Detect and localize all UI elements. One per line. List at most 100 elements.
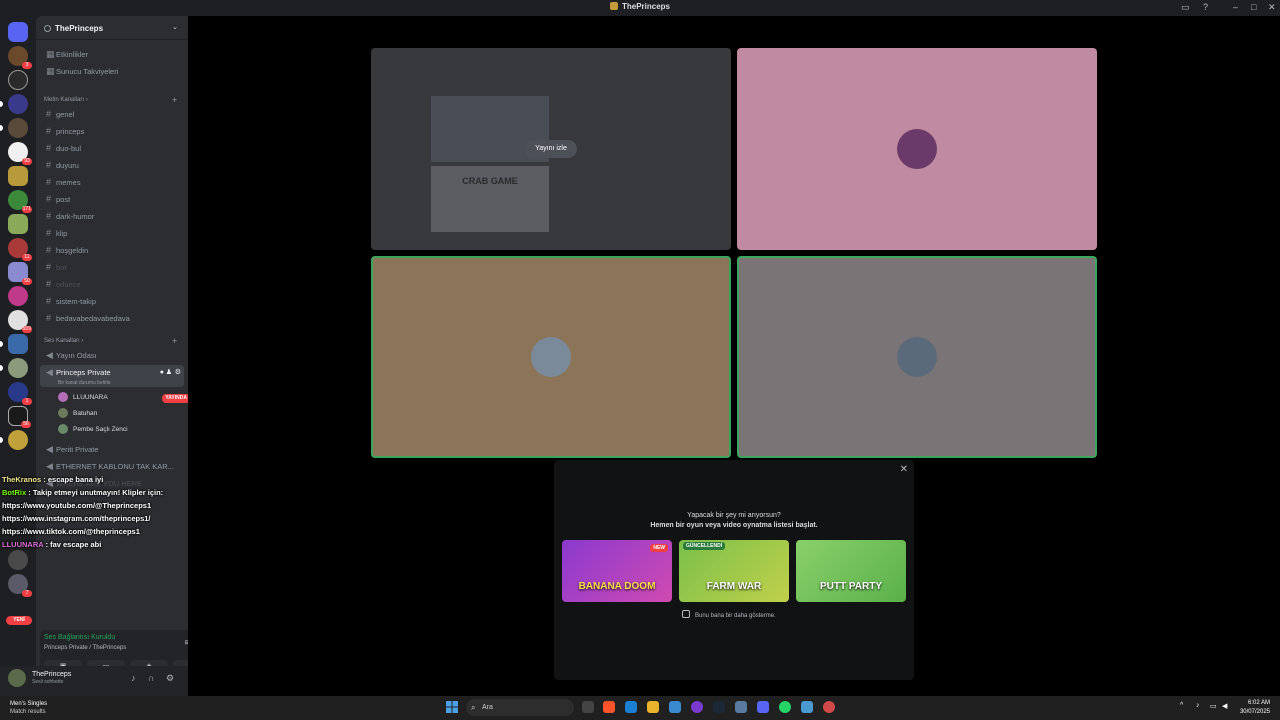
channel-status-prompt[interactable]: Bir kanal durumu belirle bbox=[58, 380, 111, 386]
app-icon[interactable] bbox=[823, 701, 835, 713]
server-icon[interactable]: 171 bbox=[8, 190, 32, 213]
windows-start-icon[interactable] bbox=[446, 701, 458, 713]
channel-duo-bul[interactable]: # duo-bul bbox=[40, 141, 184, 156]
channel-memes[interactable]: # memes bbox=[40, 175, 184, 190]
voice-user-batuhan[interactable]: Batuhan bbox=[58, 408, 97, 420]
steam-icon[interactable] bbox=[713, 701, 725, 713]
brave-browser-icon[interactable] bbox=[603, 701, 615, 713]
server-header[interactable]: ThePrinceps ⌄ bbox=[36, 16, 188, 40]
close-icon[interactable]: ✕ bbox=[900, 464, 908, 475]
channel-oduece[interactable]: # oduece bbox=[40, 277, 184, 292]
user-avatar[interactable] bbox=[8, 669, 26, 687]
live-badge: YAYINDA bbox=[162, 394, 190, 403]
server-boosts-link[interactable]: ▦Sunucu Takviyeleri bbox=[40, 64, 184, 79]
home-discord-icon[interactable] bbox=[8, 22, 28, 42]
channel-bot[interactable]: # bot bbox=[40, 260, 184, 275]
chat-line: https://www.youtube.com/@Theprinceps1 bbox=[2, 501, 152, 510]
watch-stream-button[interactable]: Yayını izle bbox=[525, 140, 577, 158]
server-icon[interactable]: 1 bbox=[8, 382, 32, 405]
edge-icon[interactable] bbox=[625, 701, 637, 713]
server-icon[interactable]: 11 bbox=[8, 238, 32, 261]
stream-preview: CRAB GAME bbox=[431, 166, 549, 232]
help-icon[interactable]: ? bbox=[1203, 2, 1208, 12]
task-view-icon[interactable] bbox=[582, 701, 594, 713]
user-name[interactable]: ThePrinceps bbox=[32, 671, 71, 678]
channel-klip[interactable]: # klip bbox=[40, 226, 184, 241]
server-icon[interactable]: 56 bbox=[8, 406, 31, 428]
server-icon[interactable] bbox=[0, 334, 28, 354]
voice-user-pembe[interactable]: Pembe Saçlı Zenci bbox=[58, 424, 128, 436]
file-explorer-icon[interactable] bbox=[647, 701, 659, 713]
voice-channel-yayin-odasi[interactable]: ◀ Yayın Odası bbox=[40, 348, 184, 363]
server-icon[interactable]: 7 bbox=[8, 574, 32, 597]
participant-tile[interactable] bbox=[737, 256, 1097, 458]
unread-pill bbox=[0, 437, 3, 443]
participant-tile[interactable] bbox=[737, 48, 1097, 250]
title-bar: ThePrinceps ▭ ? – □ ✕ bbox=[0, 0, 1280, 16]
server-icon[interactable]: 509 bbox=[8, 310, 32, 333]
clock[interactable]: 6:02 AM 30/07/2025 bbox=[1240, 699, 1270, 717]
voice-user-lluunara[interactable]: LLUUNARA YAYINDA bbox=[58, 392, 198, 404]
server-icon[interactable]: 3 bbox=[8, 46, 32, 69]
activity-card[interactable]: PUTT PARTY bbox=[796, 540, 906, 602]
chat-icon[interactable]: ● bbox=[160, 365, 164, 380]
minimize-icon[interactable]: – bbox=[1233, 2, 1238, 12]
server-icon[interactable] bbox=[0, 118, 28, 138]
server-icon[interactable]: 93 bbox=[8, 142, 32, 165]
channel-princeps[interactable]: # princeps bbox=[40, 124, 184, 139]
chevron-up-icon[interactable]: ^ bbox=[1180, 702, 1183, 709]
invite-icon[interactable]: ♟ bbox=[166, 365, 172, 380]
server-icon[interactable] bbox=[8, 286, 28, 306]
activity-card[interactable]: NEW BANANA DOOM bbox=[562, 540, 672, 602]
gear-icon[interactable]: ⚙ bbox=[166, 673, 174, 684]
news-widget[interactable]: Men's Singles Match results bbox=[10, 700, 47, 716]
channel-bedava[interactable]: # bedavabedavabedava bbox=[40, 311, 184, 326]
server-icon[interactable] bbox=[8, 166, 28, 186]
channel-genel[interactable]: # genel bbox=[40, 107, 184, 122]
whatsapp-icon[interactable] bbox=[779, 701, 791, 713]
voice-location[interactable]: Princeps Private / ThePrinceps bbox=[44, 645, 126, 651]
server-icon[interactable] bbox=[8, 214, 28, 234]
taskbar-search[interactable]: ⌕ Ara bbox=[466, 699, 574, 716]
server-icon[interactable] bbox=[0, 358, 28, 378]
dont-show-again[interactable]: Bunu bana bir daha gösterme. bbox=[682, 610, 776, 619]
unread-badge: 11 bbox=[22, 254, 32, 261]
volume-icon[interactable]: ◀ bbox=[1222, 702, 1227, 710]
store-icon[interactable] bbox=[669, 701, 681, 713]
add-channel-icon[interactable]: + bbox=[172, 95, 177, 105]
channel-dark-humor[interactable]: # dark-humor bbox=[40, 209, 184, 224]
inbox-icon[interactable]: ▭ bbox=[1181, 2, 1190, 13]
category-text-channels[interactable]: Metin Kanalları › + bbox=[44, 95, 177, 105]
server-icon[interactable] bbox=[8, 550, 28, 570]
add-channel-icon[interactable]: + bbox=[172, 336, 177, 346]
app-icon[interactable] bbox=[801, 701, 813, 713]
checkbox[interactable] bbox=[682, 610, 690, 618]
microphone-icon[interactable]: ♪ bbox=[131, 673, 136, 683]
voice-channel-periti-private[interactable]: ◀ Periti Private bbox=[40, 442, 184, 457]
channel-hosgeldin[interactable]: # hoşgeldin bbox=[40, 243, 184, 258]
new-servers-pill[interactable]: YENİ bbox=[6, 616, 32, 625]
mic-icon[interactable]: ♪ bbox=[1196, 702, 1200, 709]
gear-icon[interactable]: ⚙ bbox=[175, 365, 181, 380]
activity-card[interactable]: GÜNCELLENDİ FARM WAR bbox=[679, 540, 789, 602]
server-icon[interactable]: 50 bbox=[8, 262, 32, 285]
stream-tile[interactable]: CRAB GAME Yayını izle bbox=[371, 48, 731, 250]
close-window-icon[interactable]: ✕ bbox=[1268, 2, 1276, 13]
events-link[interactable]: ▦Etkinlikler bbox=[40, 47, 184, 62]
channel-duyuru[interactable]: # duyuru bbox=[40, 158, 184, 173]
channel-sistem-takip[interactable]: # sistem-takip bbox=[40, 294, 184, 309]
channel-post[interactable]: # post bbox=[40, 192, 184, 207]
category-voice-channels[interactable]: Ses Kanalları › + bbox=[44, 336, 177, 346]
voice-channel-ethernet[interactable]: ◀ ETHERNET KABLONU TAK KAR... bbox=[40, 459, 184, 474]
voice-status[interactable]: Ses Bağlantısı Kuruldu bbox=[44, 634, 115, 641]
maximize-icon[interactable]: □ bbox=[1251, 2, 1256, 12]
app-icon[interactable] bbox=[735, 701, 747, 713]
discord-icon[interactable] bbox=[757, 701, 769, 713]
app-icon[interactable] bbox=[691, 701, 703, 713]
server-icon[interactable] bbox=[8, 70, 28, 90]
headphones-icon[interactable]: ∩ bbox=[148, 673, 154, 683]
participant-tile[interactable] bbox=[371, 256, 731, 458]
server-icon[interactable] bbox=[0, 94, 28, 114]
network-icon[interactable]: ▭ bbox=[1210, 702, 1217, 710]
server-icon[interactable] bbox=[0, 430, 28, 450]
